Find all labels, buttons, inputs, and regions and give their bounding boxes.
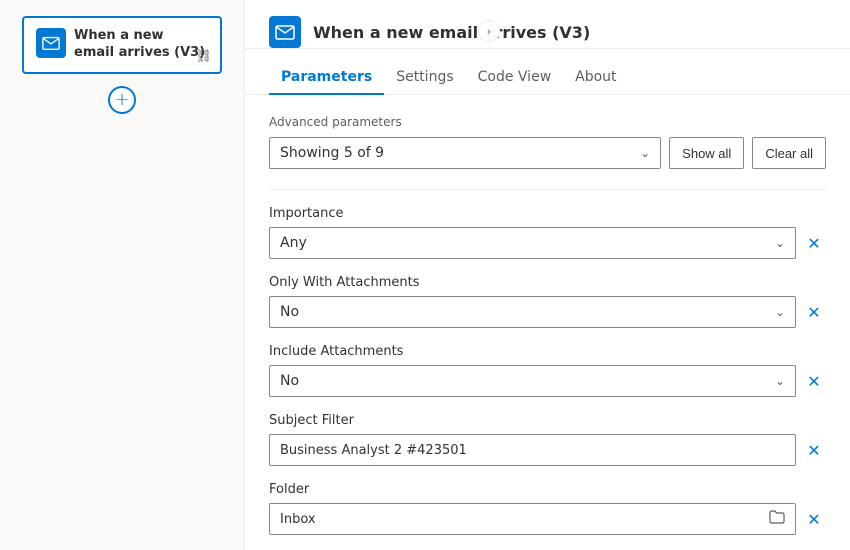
importance-remove-button[interactable]: ✕	[802, 231, 826, 255]
header-email-icon	[275, 22, 295, 42]
tab-code-view[interactable]: Code View	[466, 61, 564, 95]
showing-dropdown[interactable]: Showing 5 of 9 ⌄	[269, 137, 661, 169]
folder-label: Folder	[269, 482, 826, 497]
folder-picker-icon	[769, 510, 785, 528]
include-attachments-row: No ⌄ ✕	[269, 365, 826, 397]
main-panel: When a new email arrives (V3) Parameters…	[245, 0, 850, 550]
importance-row: Any ⌄ ✕	[269, 227, 826, 259]
subject-filter-remove-button[interactable]: ✕	[802, 438, 826, 462]
panel-header: When a new email arrives (V3)	[245, 0, 850, 49]
add-step-button[interactable]: +	[108, 86, 136, 114]
subject-filter-row: Business Analyst 2 #423501 ✕	[269, 434, 826, 466]
advanced-params-row: Showing 5 of 9 ⌄ Show all Clear all	[269, 137, 826, 169]
panel-title: When a new email arrives (V3)	[313, 23, 826, 42]
importance-value: Any	[280, 235, 307, 251]
tab-bar: Parameters Settings Code View About	[245, 61, 850, 95]
importance-chevron-icon: ⌄	[775, 236, 785, 250]
showing-text: Showing 5 of 9	[280, 145, 384, 161]
sidebar: When a new email arrives (V3) ⛓ +	[0, 0, 245, 550]
show-all-button[interactable]: Show all	[669, 137, 744, 169]
attachments-field-group: Only With Attachments No ⌄ ✕	[269, 275, 826, 328]
panel-header-icon	[269, 16, 301, 48]
attachments-label: Only With Attachments	[269, 275, 826, 290]
folder-row: Inbox ✕	[269, 503, 826, 535]
trigger-label: When a new email arrives (V3)	[74, 28, 208, 62]
attachments-row: No ⌄ ✕	[269, 296, 826, 328]
showing-chevron-icon: ⌄	[640, 146, 650, 160]
email-icon	[42, 34, 60, 52]
tab-settings[interactable]: Settings	[384, 61, 465, 95]
folder-remove-button[interactable]: ✕	[802, 507, 826, 531]
folder-input[interactable]: Inbox	[269, 503, 796, 535]
clear-all-button[interactable]: Clear all	[752, 137, 826, 169]
importance-field-group: Importance Any ⌄ ✕	[269, 206, 826, 259]
subject-filter-field-group: Subject Filter Business Analyst 2 #42350…	[269, 413, 826, 466]
link-icon: ⛓	[195, 49, 212, 64]
attachments-value: No	[280, 304, 299, 320]
collapse-button[interactable]: ›	[478, 20, 500, 42]
tab-about[interactable]: About	[563, 61, 628, 95]
include-attachments-field-group: Include Attachments No ⌄ ✕	[269, 344, 826, 397]
subject-filter-value: Business Analyst 2 #423501	[280, 443, 467, 458]
importance-label: Importance	[269, 206, 826, 221]
trigger-card[interactable]: When a new email arrives (V3) ⛓	[22, 16, 222, 74]
subject-filter-input[interactable]: Business Analyst 2 #423501	[269, 434, 796, 466]
importance-select[interactable]: Any ⌄	[269, 227, 796, 259]
include-attachments-chevron-icon: ⌄	[775, 374, 785, 388]
include-attachments-value: No	[280, 373, 299, 389]
include-attachments-select[interactable]: No ⌄	[269, 365, 796, 397]
attachments-remove-button[interactable]: ✕	[802, 300, 826, 324]
divider	[269, 189, 826, 190]
folder-field-group: Folder Inbox ✕	[269, 482, 826, 535]
tab-parameters[interactable]: Parameters	[269, 61, 384, 95]
trigger-icon	[36, 28, 66, 58]
folder-value: Inbox	[280, 512, 316, 527]
include-attachments-label: Include Attachments	[269, 344, 826, 359]
attachments-select[interactable]: No ⌄	[269, 296, 796, 328]
attachments-chevron-icon: ⌄	[775, 305, 785, 319]
advanced-params-label: Advanced parameters	[269, 115, 826, 129]
panel-content: Advanced parameters Showing 5 of 9 ⌄ Sho…	[245, 95, 850, 550]
subject-filter-label: Subject Filter	[269, 413, 826, 428]
include-attachments-remove-button[interactable]: ✕	[802, 369, 826, 393]
